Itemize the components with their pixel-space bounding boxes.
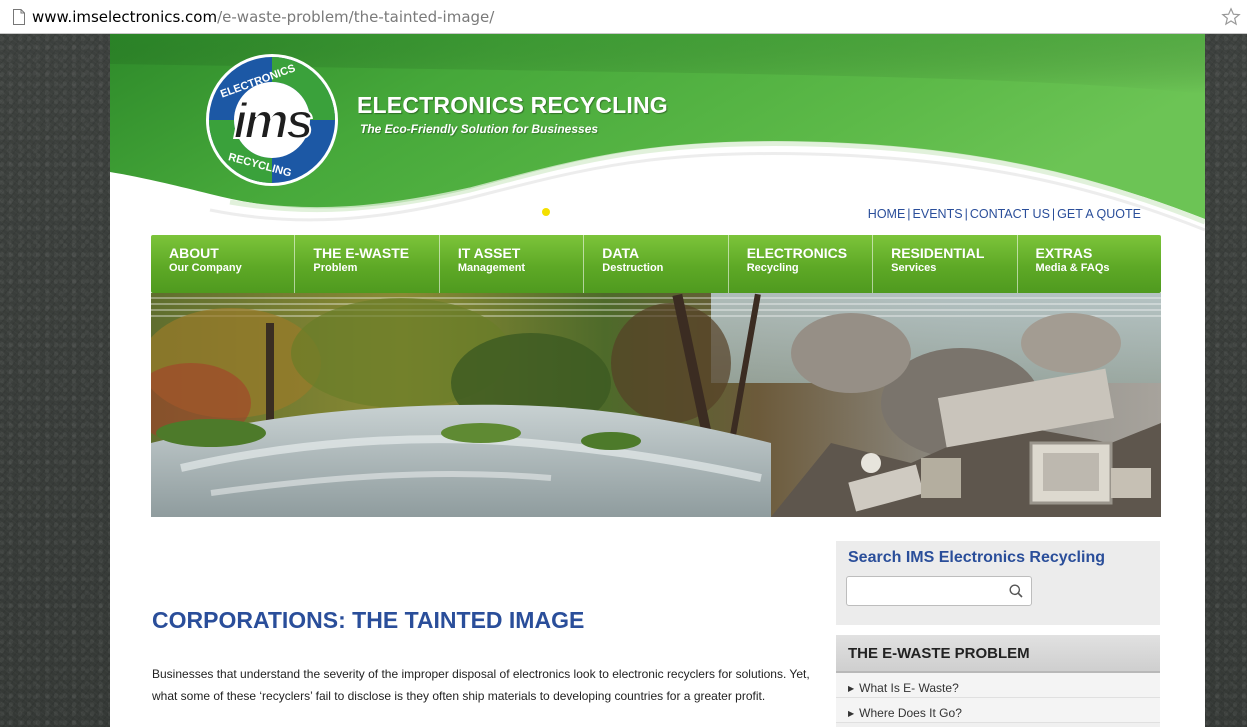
nav-sub-label: Services [891,262,937,274]
nav-main-label: ELECTRONICS [746,245,848,261]
nav-main-label: IT ASSET [457,245,521,261]
nav-sub-label: Media & FAQs [1035,262,1110,274]
article-title: CORPORATIONS: THE TAINTED IMAGE [152,607,585,633]
sidebar-search: Search IMS Electronics Recycling [836,541,1160,625]
url-domain: www.imselectronics.com [32,7,218,26]
nav-main-label: RESIDENTIAL [891,245,985,261]
nav-item-electronics[interactable]: ELECTRONICS Recycling [729,235,874,293]
search-icon[interactable] [1009,584,1023,598]
nav-item-about[interactable]: ABOUT Our Company [151,235,296,293]
website-page: ELECTRONICS RECYCLING ims ELECTRONICS RE… [110,34,1205,727]
sidebar-item-label: What Is E- Waste? [859,681,959,695]
nav-main-label: EXTRAS [1035,245,1093,261]
triangle-right-icon: ▶ [848,709,855,718]
url-text[interactable]: www.imselectronics.com/e-waste-problem/t… [32,8,494,26]
top-links: HOME | EVENTS | CONTACT US | GET A QUOTE [867,207,1141,221]
top-link-get-a-quote[interactable]: GET A QUOTE [1057,207,1141,221]
search-title: Search IMS Electronics Recycling [848,549,1105,566]
bookmark-star-icon[interactable] [1221,7,1241,27]
nav-sub-label: Our Company [169,262,242,274]
address-bar[interactable]: www.imselectronics.com/e-waste-problem/t… [0,0,1247,34]
hero-image [151,293,1161,517]
main-nav: ABOUT Our Company THE E-WASTE Problem IT… [151,235,1161,293]
nav-sub-label: Problem [313,262,358,274]
nav-item-residential[interactable]: RESIDENTIAL Services [873,235,1018,293]
top-link-contact-us[interactable]: CONTACT US [970,207,1050,221]
search-field[interactable] [846,576,1032,606]
nav-sub-label: Destruction [602,262,664,274]
brand-title: ELECTRONICS RECYCLING [357,92,668,118]
nav-main-label: DATA [602,245,640,261]
top-link-home[interactable]: HOME [868,207,906,221]
nav-sub-label: Management [457,262,526,274]
nav-item-e-waste[interactable]: THE E-WASTE Problem [295,235,440,293]
nav-item-extras[interactable]: EXTRAS Media & FAQs [1018,235,1161,293]
nav-main-label: THE E-WASTE [313,245,410,261]
top-link-events[interactable]: EVENTS [913,207,963,221]
article-body: Businesses that understand the severity … [152,667,810,703]
sidebar-item-label: Where Does It Go? [859,706,962,720]
triangle-right-icon: ▶ [848,684,855,693]
sidebar-item-where-does-it-go[interactable]: ▶ Where Does It Go? [836,698,1160,723]
e-waste-problem-panel: THE E-WASTE PROBLEM ▶ What Is E- Waste? ▶… [836,635,1160,727]
sidebar-item-what-is-e-waste[interactable]: ▶ What Is E- Waste? [836,673,1160,698]
url-path: /e-waste-problem/the-tainted-image/ [217,7,495,26]
yellow-dot [542,208,550,216]
nav-item-it-asset[interactable]: IT ASSET Management [440,235,585,293]
page-icon [12,8,26,25]
search-input[interactable] [851,580,1001,602]
nav-main-label: ABOUT [169,245,219,261]
nav-sub-label: Recycling [746,262,799,274]
brand-tagline: The Eco-Friendly Solution for Businesses [360,122,599,136]
nav-item-data[interactable]: DATA Destruction [584,235,729,293]
ims-logo[interactable]: ELECTRONICS RECYCLING ims [198,46,346,194]
panel-title: THE E-WASTE PROBLEM [836,635,1160,673]
logo-letters: ims [233,93,312,149]
